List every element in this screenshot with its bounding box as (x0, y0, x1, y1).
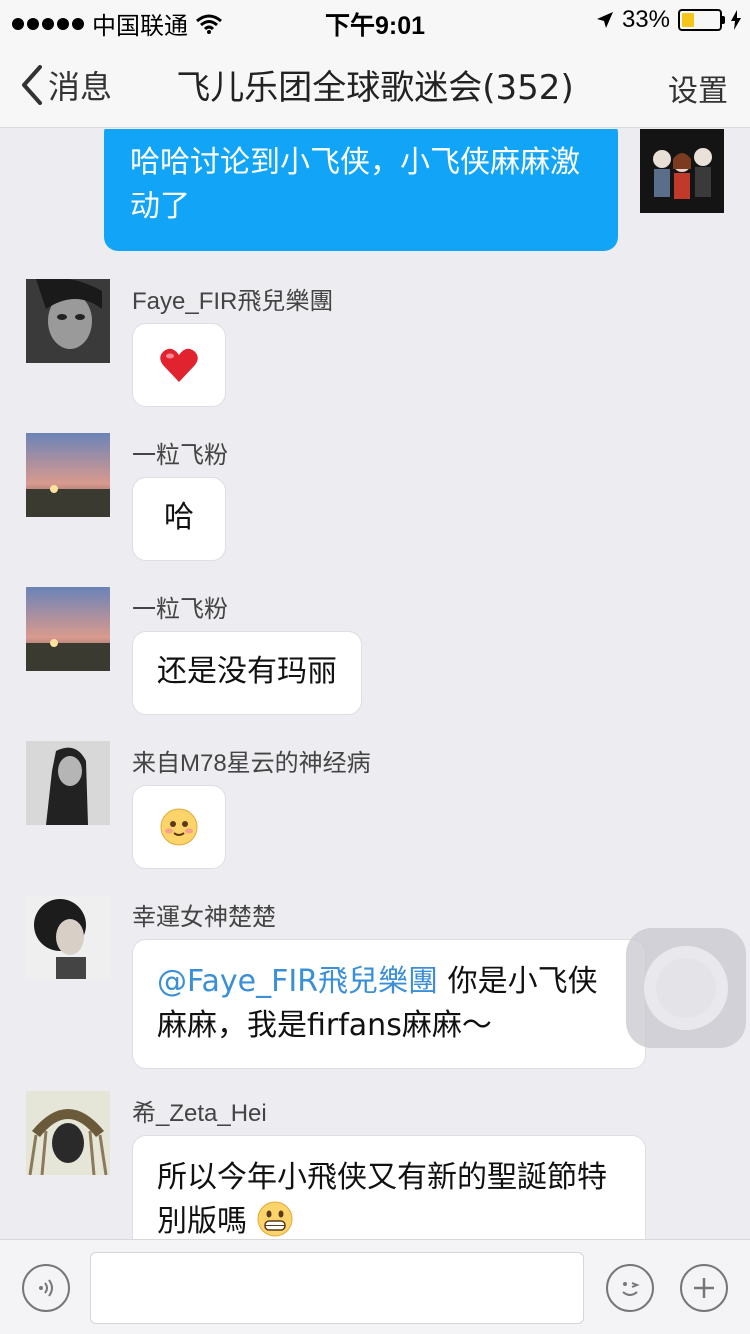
message-bubble[interactable]: 哈 (132, 477, 226, 561)
add-attachment-button[interactable] (680, 1264, 728, 1312)
heart-emoji-icon (160, 348, 198, 382)
message-bubble[interactable]: 所以今年小飛侠又有新的聖誕節特別版嗎 (132, 1135, 646, 1239)
avatar[interactable] (26, 587, 110, 671)
portrait-avatar-icon (26, 1091, 110, 1176)
plus-icon (694, 1278, 714, 1298)
chat-message: 幸運女神楚楚 @Faye_FIR飛兒樂團 你是小飞侠麻麻，我是firfans麻麻… (26, 895, 646, 1069)
chat-message: 一粒飞粉 还是没有玛丽 (26, 587, 362, 715)
sender-name: 来自M78星云的神经病 (132, 750, 371, 777)
battery-icon (678, 9, 725, 31)
back-button[interactable]: 消息 (20, 62, 112, 108)
message-text: 所以今年小飛侠又有新的聖誕節特別版嗎 (157, 1160, 607, 1239)
sender-name: 幸運女神楚楚 (132, 904, 276, 931)
message-bubble[interactable]: 还是没有玛丽 (132, 631, 362, 715)
chat-message-self: 哈哈讨论到小飞侠，小飞侠麻麻激动了 (104, 129, 724, 251)
avatar[interactable] (26, 277, 110, 363)
page-title: 飞儿乐团全球歌迷会(352) (176, 68, 574, 108)
avatar[interactable] (26, 433, 110, 517)
emoji-button[interactable] (606, 1264, 654, 1312)
message-bubble[interactable] (132, 323, 226, 407)
chat-message: 一粒飞粉 哈 (26, 433, 228, 561)
chevron-left-icon (22, 65, 42, 105)
sunset-landscape-avatar-icon (26, 433, 110, 517)
battery-level-fill (682, 13, 694, 27)
avatar[interactable] (26, 895, 110, 979)
avatar[interactable] (26, 1091, 110, 1176)
message-input[interactable] (90, 1252, 584, 1324)
chat-message: Faye_FIR飛兒樂團 (26, 277, 334, 407)
chat-message: 希_Zeta_Hei 所以今年小飛侠又有新的聖誕節特別版嗎 (26, 1091, 646, 1239)
assistive-touch-ring (644, 946, 728, 1030)
charging-bolt-icon (731, 10, 741, 30)
message-bubble[interactable] (132, 785, 226, 869)
chat-message: 来自M78星云的神经病 (26, 741, 371, 869)
portrait-avatar-icon (26, 895, 110, 979)
blushing-smile-emoji-icon (160, 808, 198, 846)
grinning-emoji-icon (257, 1201, 293, 1237)
avatar[interactable] (640, 129, 724, 213)
assistive-touch-core (656, 958, 716, 1018)
sender-name: 一粒飞粉 (132, 442, 228, 469)
chat-message-list[interactable]: 哈哈讨论到小飞侠，小飞侠麻麻激动了 Faye_FIR飛兒樂團 一粒飞粉 哈 一粒… (0, 129, 750, 1239)
location-arrow-icon (596, 12, 613, 28)
message-bubble[interactable]: @Faye_FIR飛兒樂團 你是小飞侠麻麻，我是firfans麻麻～ (132, 939, 646, 1069)
voice-icon (39, 1279, 53, 1297)
settings-button[interactable]: 设置 (668, 66, 728, 110)
sender-name: Faye_FIR飛兒樂團 (132, 288, 334, 315)
chat-input-bar (0, 1239, 750, 1334)
status-right: 33% (596, 6, 742, 34)
voice-input-button[interactable] (22, 1264, 70, 1312)
battery-percent: 33% (621, 6, 670, 33)
status-bar: 中国联通 下午9:01 33% (0, 0, 750, 40)
assistive-touch-button[interactable] (626, 928, 746, 1048)
emoji-icon (622, 1282, 640, 1296)
navigation-bar: 消息 飞儿乐团全球歌迷会(352) 设置 (0, 40, 750, 128)
sender-name: 希_Zeta_Hei (132, 1100, 267, 1127)
mention-link[interactable]: @Faye_FIR飛兒樂團 (157, 964, 438, 999)
portrait-avatar-icon (26, 741, 110, 825)
sender-name: 一粒飞粉 (132, 596, 228, 623)
cartoon-band-avatar-icon (640, 129, 724, 213)
message-bubble[interactable]: 哈哈讨论到小飞侠，小飞侠麻麻激动了 (104, 129, 618, 251)
avatar[interactable] (26, 741, 110, 825)
sunset-landscape-avatar-icon (26, 587, 110, 671)
portrait-avatar-icon (26, 277, 110, 363)
